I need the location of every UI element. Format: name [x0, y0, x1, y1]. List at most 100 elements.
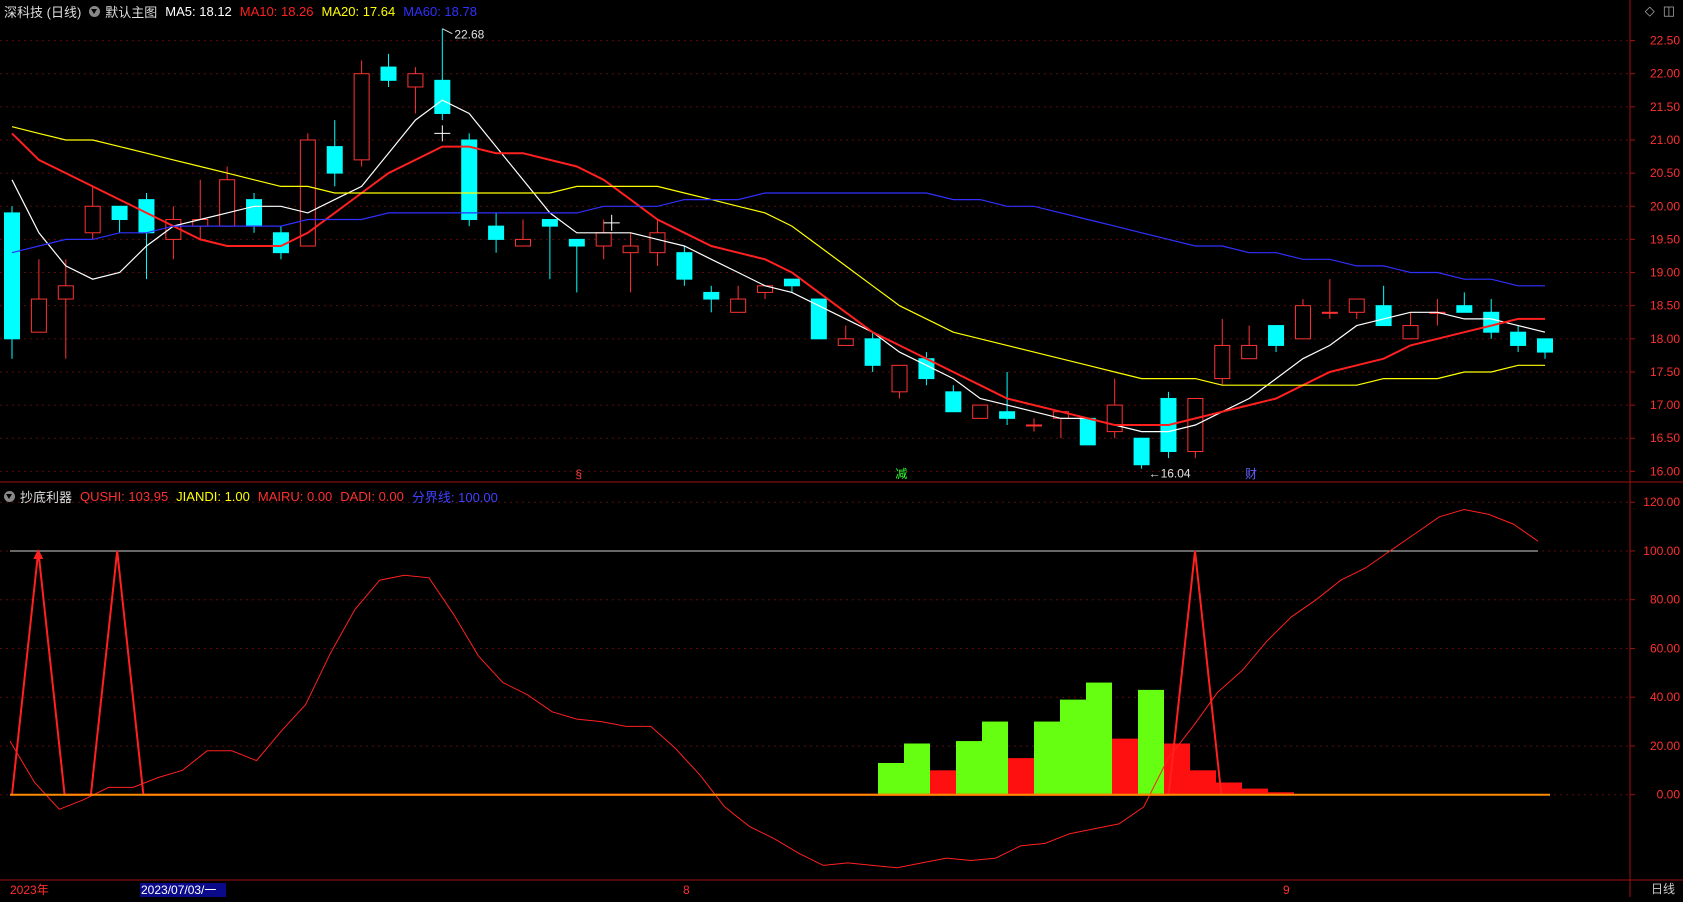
candle-body[interactable] [461, 139, 478, 221]
candle-body[interactable] [730, 298, 747, 313]
ma20-label: MA20: 17.64 [321, 3, 396, 19]
ind-tick-label: 60.00 [1650, 641, 1680, 655]
indicator-bar[interactable] [1060, 699, 1086, 795]
indicator-bar[interactable] [1034, 721, 1060, 795]
candle-body[interactable] [972, 404, 989, 419]
candle-body[interactable] [1456, 305, 1473, 313]
candle-body[interactable] [488, 225, 505, 240]
date-label: 8 [683, 883, 690, 897]
candle-body[interactable] [1133, 437, 1150, 466]
indicator-bar[interactable] [1138, 689, 1164, 795]
price-tick-label: 19.50 [1650, 232, 1680, 246]
candle-body[interactable] [380, 66, 397, 81]
dropdown-icon[interactable] [4, 490, 15, 502]
ma5-label: MA5: 18.12 [165, 3, 232, 19]
low-price-label: ←16.04 [1149, 467, 1191, 481]
price-tick-label: 21.50 [1650, 100, 1680, 114]
candle-body[interactable] [1402, 325, 1419, 340]
event-mark: § [575, 467, 582, 481]
price-tick-label: 20.50 [1650, 166, 1680, 180]
indicator-bar[interactable] [1008, 758, 1034, 795]
qushi-label: QUSHI: 103.95 [80, 488, 169, 504]
price-tick-label: 17.00 [1650, 398, 1680, 412]
candle-body[interactable] [353, 73, 370, 161]
ma60-label: MA60: 18.78 [403, 3, 477, 19]
price-tick-label: 16.00 [1650, 464, 1680, 478]
candle-body[interactable] [246, 199, 263, 227]
indicator-bar[interactable] [956, 741, 982, 795]
candle-body[interactable] [57, 285, 74, 300]
candle-body[interactable] [622, 245, 639, 254]
candle-body[interactable] [326, 146, 343, 174]
indicator-header: 抄底利器 QUSHI: 103.95 JIANDI: 1.00 MAIRU: 0… [4, 485, 498, 507]
jiandi-label: JIANDI: 1.00 [176, 488, 250, 504]
ind-tick-label: 120.00 [1643, 495, 1680, 509]
template-label[interactable]: 默认主图 [105, 2, 157, 21]
candle-body[interactable] [1510, 331, 1527, 346]
indicator-bar[interactable] [878, 763, 904, 795]
diamond-icon[interactable]: ◇ [1645, 3, 1655, 19]
stock-title[interactable]: 深科技 (日线) [4, 2, 81, 21]
indicator-bar[interactable] [930, 770, 956, 795]
dropdown-icon[interactable] [89, 5, 101, 17]
candle-body[interactable] [434, 79, 451, 114]
candle-body[interactable] [568, 238, 585, 247]
candle-body[interactable] [1483, 311, 1500, 333]
candle-body[interactable] [4, 212, 20, 340]
candle-body[interactable] [945, 391, 962, 413]
candle-body[interactable] [864, 338, 881, 366]
date-label: 2023/07/03/一 [141, 883, 216, 897]
ma20-line [11, 126, 1545, 386]
candle-body[interactable] [595, 232, 612, 247]
candle-body[interactable] [84, 205, 101, 234]
candle-body[interactable] [1537, 338, 1553, 353]
candle-body[interactable] [649, 232, 666, 254]
event-mark: 财 [1245, 467, 1257, 481]
main-chart-header: 深科技 (日线) 默认主图 MA5: 18.12 MA10: 18.26 MA2… [4, 0, 477, 22]
price-tick-label: 22.50 [1650, 34, 1680, 48]
restore-window-icon[interactable]: ◫ [1663, 3, 1675, 19]
indicator-name[interactable]: 抄底利器 [20, 487, 72, 506]
candle-body[interactable] [837, 338, 854, 346]
high-price-label: 22.68 [454, 28, 484, 42]
price-tick-label: 18.00 [1650, 332, 1680, 346]
indicator-bar[interactable] [1086, 682, 1112, 795]
indicator-bar[interactable] [1190, 770, 1216, 795]
chart-window: 22.50 22.00 21.50 21.00 20.50 20.00 19.50 19.00… [0, 0, 1683, 897]
candle-body[interactable] [810, 298, 827, 340]
candle-body[interactable] [111, 205, 128, 221]
candle-body[interactable] [515, 238, 531, 247]
candle-body[interactable] [703, 291, 720, 300]
candle-body[interactable] [1079, 417, 1096, 446]
candle-body[interactable] [1294, 305, 1311, 340]
price-tick-label: 18.50 [1650, 299, 1680, 313]
indicator-bar[interactable] [982, 721, 1008, 795]
candle-body[interactable] [1375, 305, 1392, 327]
chart-svg[interactable]: 22.50 22.00 21.50 21.00 20.50 20.00 19.50 19.00… [0, 0, 1683, 897]
candle-body[interactable] [891, 364, 908, 393]
candle-body[interactable] [1321, 311, 1338, 314]
candle-body[interactable] [541, 219, 558, 227]
candle-body[interactable] [1348, 298, 1365, 313]
candle-body[interactable] [1214, 344, 1231, 380]
candle-body[interactable] [1241, 344, 1258, 360]
candle-body[interactable] [1106, 404, 1123, 433]
candle-body[interactable] [1268, 325, 1285, 346]
candle-body[interactable] [676, 252, 693, 280]
candle-body[interactable] [1026, 424, 1042, 427]
indicator-bar[interactable] [904, 743, 930, 795]
dadi-label: DADI: 0.00 [340, 488, 404, 504]
candle-body[interactable] [407, 73, 424, 88]
ma10-label: MA10: 18.26 [239, 3, 314, 19]
event-mark: 减 [895, 467, 907, 481]
ind-tick-label: 40.00 [1650, 690, 1680, 704]
date-label: 2023年 [10, 883, 49, 897]
indicator-bar[interactable] [1164, 743, 1190, 795]
candle-body[interactable] [783, 278, 800, 287]
price-tick-label: 19.00 [1650, 266, 1680, 280]
candle-body[interactable] [219, 179, 236, 227]
indicator-bar[interactable] [1112, 738, 1138, 795]
candle-body[interactable] [30, 298, 47, 333]
period-tab[interactable]: 日线 [1651, 880, 1675, 897]
candle-body[interactable] [999, 411, 1016, 419]
